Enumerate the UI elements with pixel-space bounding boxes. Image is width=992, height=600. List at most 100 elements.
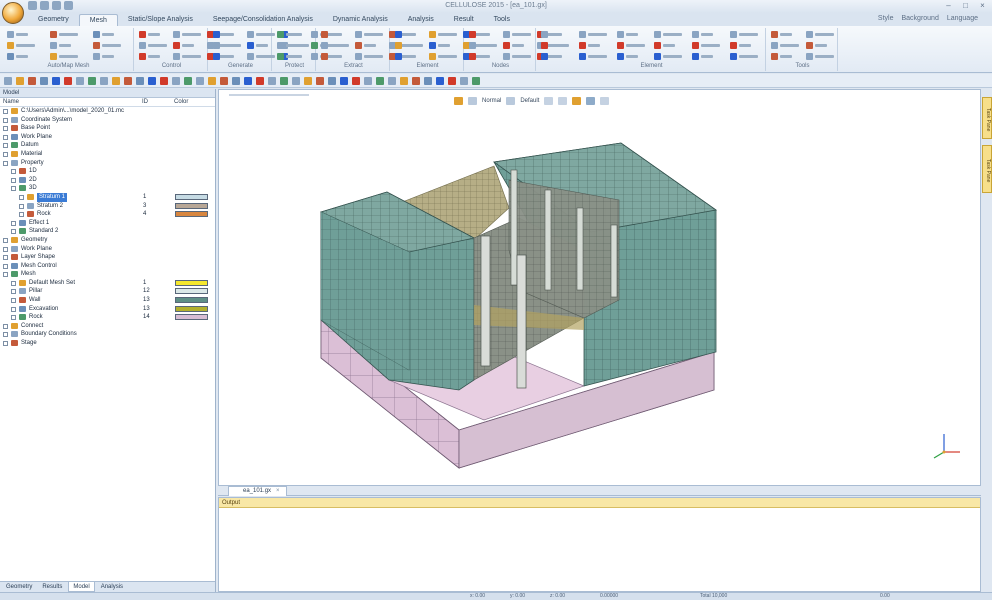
ribbon-command-button[interactable] bbox=[355, 52, 383, 61]
toolbar-tool-icon[interactable] bbox=[340, 77, 348, 85]
close-button[interactable]: × bbox=[977, 1, 988, 11]
tab-result[interactable]: Result bbox=[444, 14, 484, 26]
3d-viewport[interactable]: Normal Default bbox=[218, 89, 981, 486]
tree-item[interactable]: Coordinate System bbox=[0, 116, 215, 125]
tab-geometry-panel[interactable]: Geometry bbox=[2, 582, 36, 592]
ribbon-command-button[interactable] bbox=[395, 52, 423, 61]
ribbon-command-button[interactable] bbox=[429, 30, 457, 39]
ribbon-command-button[interactable] bbox=[503, 30, 531, 39]
ribbon-command-button[interactable] bbox=[541, 52, 573, 61]
ribbon-command-button[interactable] bbox=[355, 30, 383, 39]
dropdown-icon[interactable] bbox=[64, 1, 73, 10]
ribbon-command-button[interactable] bbox=[730, 52, 762, 61]
expand-toggle-icon[interactable] bbox=[11, 306, 16, 312]
toolbar-tool-icon[interactable] bbox=[112, 77, 120, 85]
expand-toggle-icon[interactable] bbox=[11, 280, 16, 286]
expand-toggle-icon[interactable] bbox=[11, 229, 16, 235]
expand-toggle-icon[interactable] bbox=[11, 289, 16, 295]
tree-item[interactable]: Pillar 12 bbox=[0, 287, 215, 296]
tab-dynamic-analysis[interactable]: Dynamic Analysis bbox=[323, 14, 398, 26]
maximize-button[interactable]: □ bbox=[960, 1, 971, 11]
color-swatch[interactable] bbox=[175, 314, 208, 321]
column-id[interactable]: ID bbox=[142, 98, 174, 106]
expand-toggle-icon[interactable] bbox=[3, 143, 8, 149]
ribbon-command-button[interactable] bbox=[277, 52, 305, 61]
style-link[interactable]: Style bbox=[878, 15, 894, 22]
ribbon-command-button[interactable] bbox=[730, 30, 762, 39]
ribbon-command-button[interactable] bbox=[503, 41, 531, 50]
toolbar-tool-icon[interactable] bbox=[52, 77, 60, 85]
tree-item[interactable]: Default Mesh Set 1 bbox=[0, 279, 215, 288]
expand-toggle-icon[interactable] bbox=[3, 341, 8, 347]
tree-item[interactable]: Excavation 13 bbox=[0, 305, 215, 314]
toolbar-tool-icon[interactable] bbox=[424, 77, 432, 85]
ribbon-command-button[interactable] bbox=[692, 41, 724, 50]
ribbon-command-button[interactable] bbox=[173, 41, 201, 50]
ribbon-command-button[interactable] bbox=[321, 52, 349, 61]
ribbon-command-button[interactable] bbox=[692, 30, 724, 39]
ribbon-command-button[interactable] bbox=[805, 30, 835, 39]
toolbar-tool-icon[interactable] bbox=[364, 77, 372, 85]
tree-item[interactable]: Stratum 2 3 bbox=[0, 202, 215, 211]
tab-analysis-panel[interactable]: Analysis bbox=[97, 582, 127, 592]
toolbar-tool-icon[interactable] bbox=[148, 77, 156, 85]
ribbon-command-button[interactable] bbox=[395, 30, 423, 39]
expand-toggle-icon[interactable] bbox=[11, 169, 16, 175]
toolbar-tool-icon[interactable] bbox=[316, 77, 324, 85]
ribbon-command-button[interactable] bbox=[173, 30, 201, 39]
tab-results-panel[interactable]: Results bbox=[38, 582, 66, 592]
ribbon-command-button[interactable] bbox=[429, 52, 457, 61]
toolbar-tool-icon[interactable] bbox=[88, 77, 96, 85]
expand-toggle-icon[interactable] bbox=[3, 323, 8, 329]
toolbar-tool-icon[interactable] bbox=[220, 77, 228, 85]
ribbon-command-button[interactable] bbox=[578, 52, 611, 61]
ribbon-command-button[interactable] bbox=[321, 41, 349, 50]
ribbon-command-button[interactable] bbox=[541, 41, 573, 50]
expand-toggle-icon[interactable] bbox=[11, 315, 16, 321]
tree-item[interactable]: Mesh Control bbox=[0, 262, 215, 271]
toolbar-tool-icon[interactable] bbox=[28, 77, 36, 85]
tree-item[interactable]: 1D bbox=[0, 167, 215, 176]
color-swatch[interactable] bbox=[175, 193, 208, 200]
tree-item[interactable]: Work Plane bbox=[0, 133, 215, 142]
application-menu-button[interactable] bbox=[2, 2, 24, 24]
ribbon-command-button[interactable] bbox=[578, 30, 611, 39]
tree-item[interactable]: Datum bbox=[0, 141, 215, 150]
tree-item[interactable]: Connect bbox=[0, 322, 215, 331]
ribbon-command-button[interactable] bbox=[50, 52, 87, 61]
expand-toggle-icon[interactable] bbox=[11, 298, 16, 304]
tree-item[interactable]: Effect 1 bbox=[0, 219, 215, 228]
tree-item[interactable]: Layer Shape bbox=[0, 253, 215, 262]
tree-item[interactable]: Stratum 1 1 bbox=[0, 192, 215, 202]
ribbon-command-button[interactable] bbox=[139, 30, 167, 39]
ribbon-command-button[interactable] bbox=[93, 52, 130, 61]
toolbar-tool-icon[interactable] bbox=[328, 77, 336, 85]
expand-toggle-icon[interactable] bbox=[3, 255, 8, 261]
ribbon-command-button[interactable] bbox=[805, 52, 835, 61]
ribbon-command-button[interactable] bbox=[771, 52, 800, 61]
ribbon-command-button[interactable] bbox=[247, 52, 275, 61]
tab-model-panel[interactable]: Model bbox=[68, 582, 95, 592]
expand-toggle-icon[interactable] bbox=[11, 177, 16, 183]
toolbar-tool-icon[interactable] bbox=[388, 77, 396, 85]
ribbon-command-button[interactable] bbox=[429, 41, 457, 50]
ribbon-command-button[interactable] bbox=[578, 41, 611, 50]
expand-toggle-icon[interactable] bbox=[11, 220, 16, 226]
tree-item[interactable]: Boundary Conditions bbox=[0, 330, 215, 339]
ribbon-command-button[interactable] bbox=[469, 52, 497, 61]
ribbon-command-button[interactable] bbox=[173, 52, 201, 61]
toolbar-tool-icon[interactable] bbox=[436, 77, 444, 85]
ribbon-command-button[interactable] bbox=[7, 30, 44, 39]
ribbon-command-button[interactable] bbox=[469, 30, 497, 39]
ribbon-command-button[interactable] bbox=[93, 30, 130, 39]
tree-item[interactable]: Rock 4 bbox=[0, 210, 215, 219]
tree-item[interactable]: Property bbox=[0, 159, 215, 168]
ribbon-command-button[interactable] bbox=[213, 52, 241, 61]
ribbon-command-button[interactable] bbox=[771, 30, 800, 39]
toolbar-tool-icon[interactable] bbox=[460, 77, 468, 85]
tab-mesh[interactable]: Mesh bbox=[78, 14, 118, 26]
tree-item[interactable]: Stage bbox=[0, 339, 215, 348]
ribbon-command-button[interactable] bbox=[771, 41, 800, 50]
ribbon-command-button[interactable] bbox=[654, 52, 686, 61]
save-icon[interactable] bbox=[28, 1, 37, 10]
